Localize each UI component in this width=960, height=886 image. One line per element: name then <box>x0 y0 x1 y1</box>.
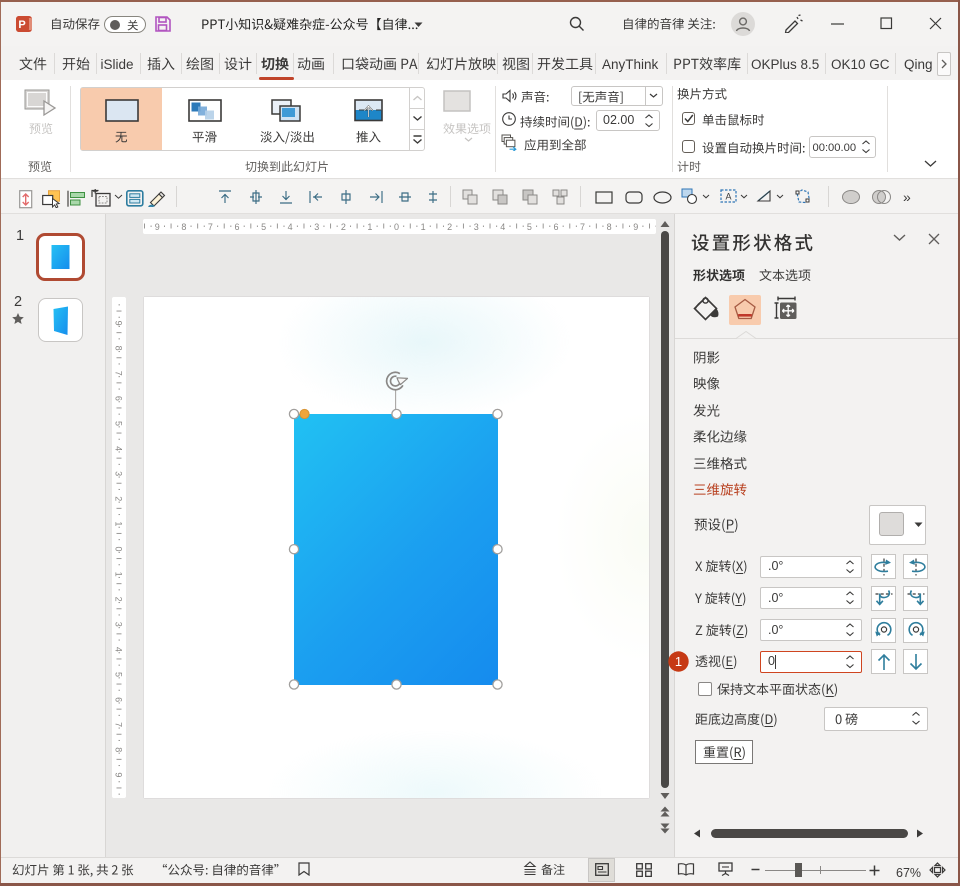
svg-text:5: 5 <box>114 672 124 677</box>
svg-text:6: 6 <box>553 222 558 232</box>
svg-text:5: 5 <box>527 222 532 232</box>
svg-text:2: 2 <box>341 222 346 232</box>
svg-text:9: 9 <box>633 222 638 232</box>
svg-text:4: 4 <box>114 647 124 652</box>
svg-text:3: 3 <box>114 471 124 476</box>
svg-text:4: 4 <box>288 222 293 232</box>
svg-text:1: 1 <box>367 222 372 232</box>
svg-text:8: 8 <box>607 222 612 232</box>
svg-text:8: 8 <box>181 222 186 232</box>
svg-text:7: 7 <box>580 222 585 232</box>
svg-text:2: 2 <box>114 597 124 602</box>
svg-text:8: 8 <box>114 346 124 351</box>
svg-text:9: 9 <box>114 772 124 777</box>
svg-text:9: 9 <box>114 321 124 326</box>
svg-text:1: 1 <box>421 222 426 232</box>
svg-text:7: 7 <box>114 722 124 727</box>
svg-text:3: 3 <box>114 622 124 627</box>
svg-text:0: 0 <box>394 222 399 232</box>
svg-text:1: 1 <box>675 654 682 669</box>
svg-text:4: 4 <box>500 222 505 232</box>
svg-text:5: 5 <box>261 222 266 232</box>
svg-text:A: A <box>725 192 731 202</box>
svg-text:7: 7 <box>114 371 124 376</box>
svg-text:6: 6 <box>114 697 124 702</box>
svg-text:0: 0 <box>114 546 124 551</box>
svg-text:3: 3 <box>314 222 319 232</box>
svg-text:4: 4 <box>114 446 124 451</box>
svg-text:1: 1 <box>114 521 124 526</box>
svg-text:6: 6 <box>114 396 124 401</box>
svg-text:9: 9 <box>155 222 160 232</box>
svg-text:8: 8 <box>114 747 124 752</box>
svg-text:3: 3 <box>474 222 479 232</box>
svg-text:7: 7 <box>208 222 213 232</box>
svg-text:1: 1 <box>114 572 124 577</box>
svg-text:6: 6 <box>235 222 240 232</box>
svg-text:P: P <box>18 19 25 31</box>
svg-text:5: 5 <box>114 421 124 426</box>
svg-text:2: 2 <box>447 222 452 232</box>
svg-text:2: 2 <box>114 496 124 501</box>
